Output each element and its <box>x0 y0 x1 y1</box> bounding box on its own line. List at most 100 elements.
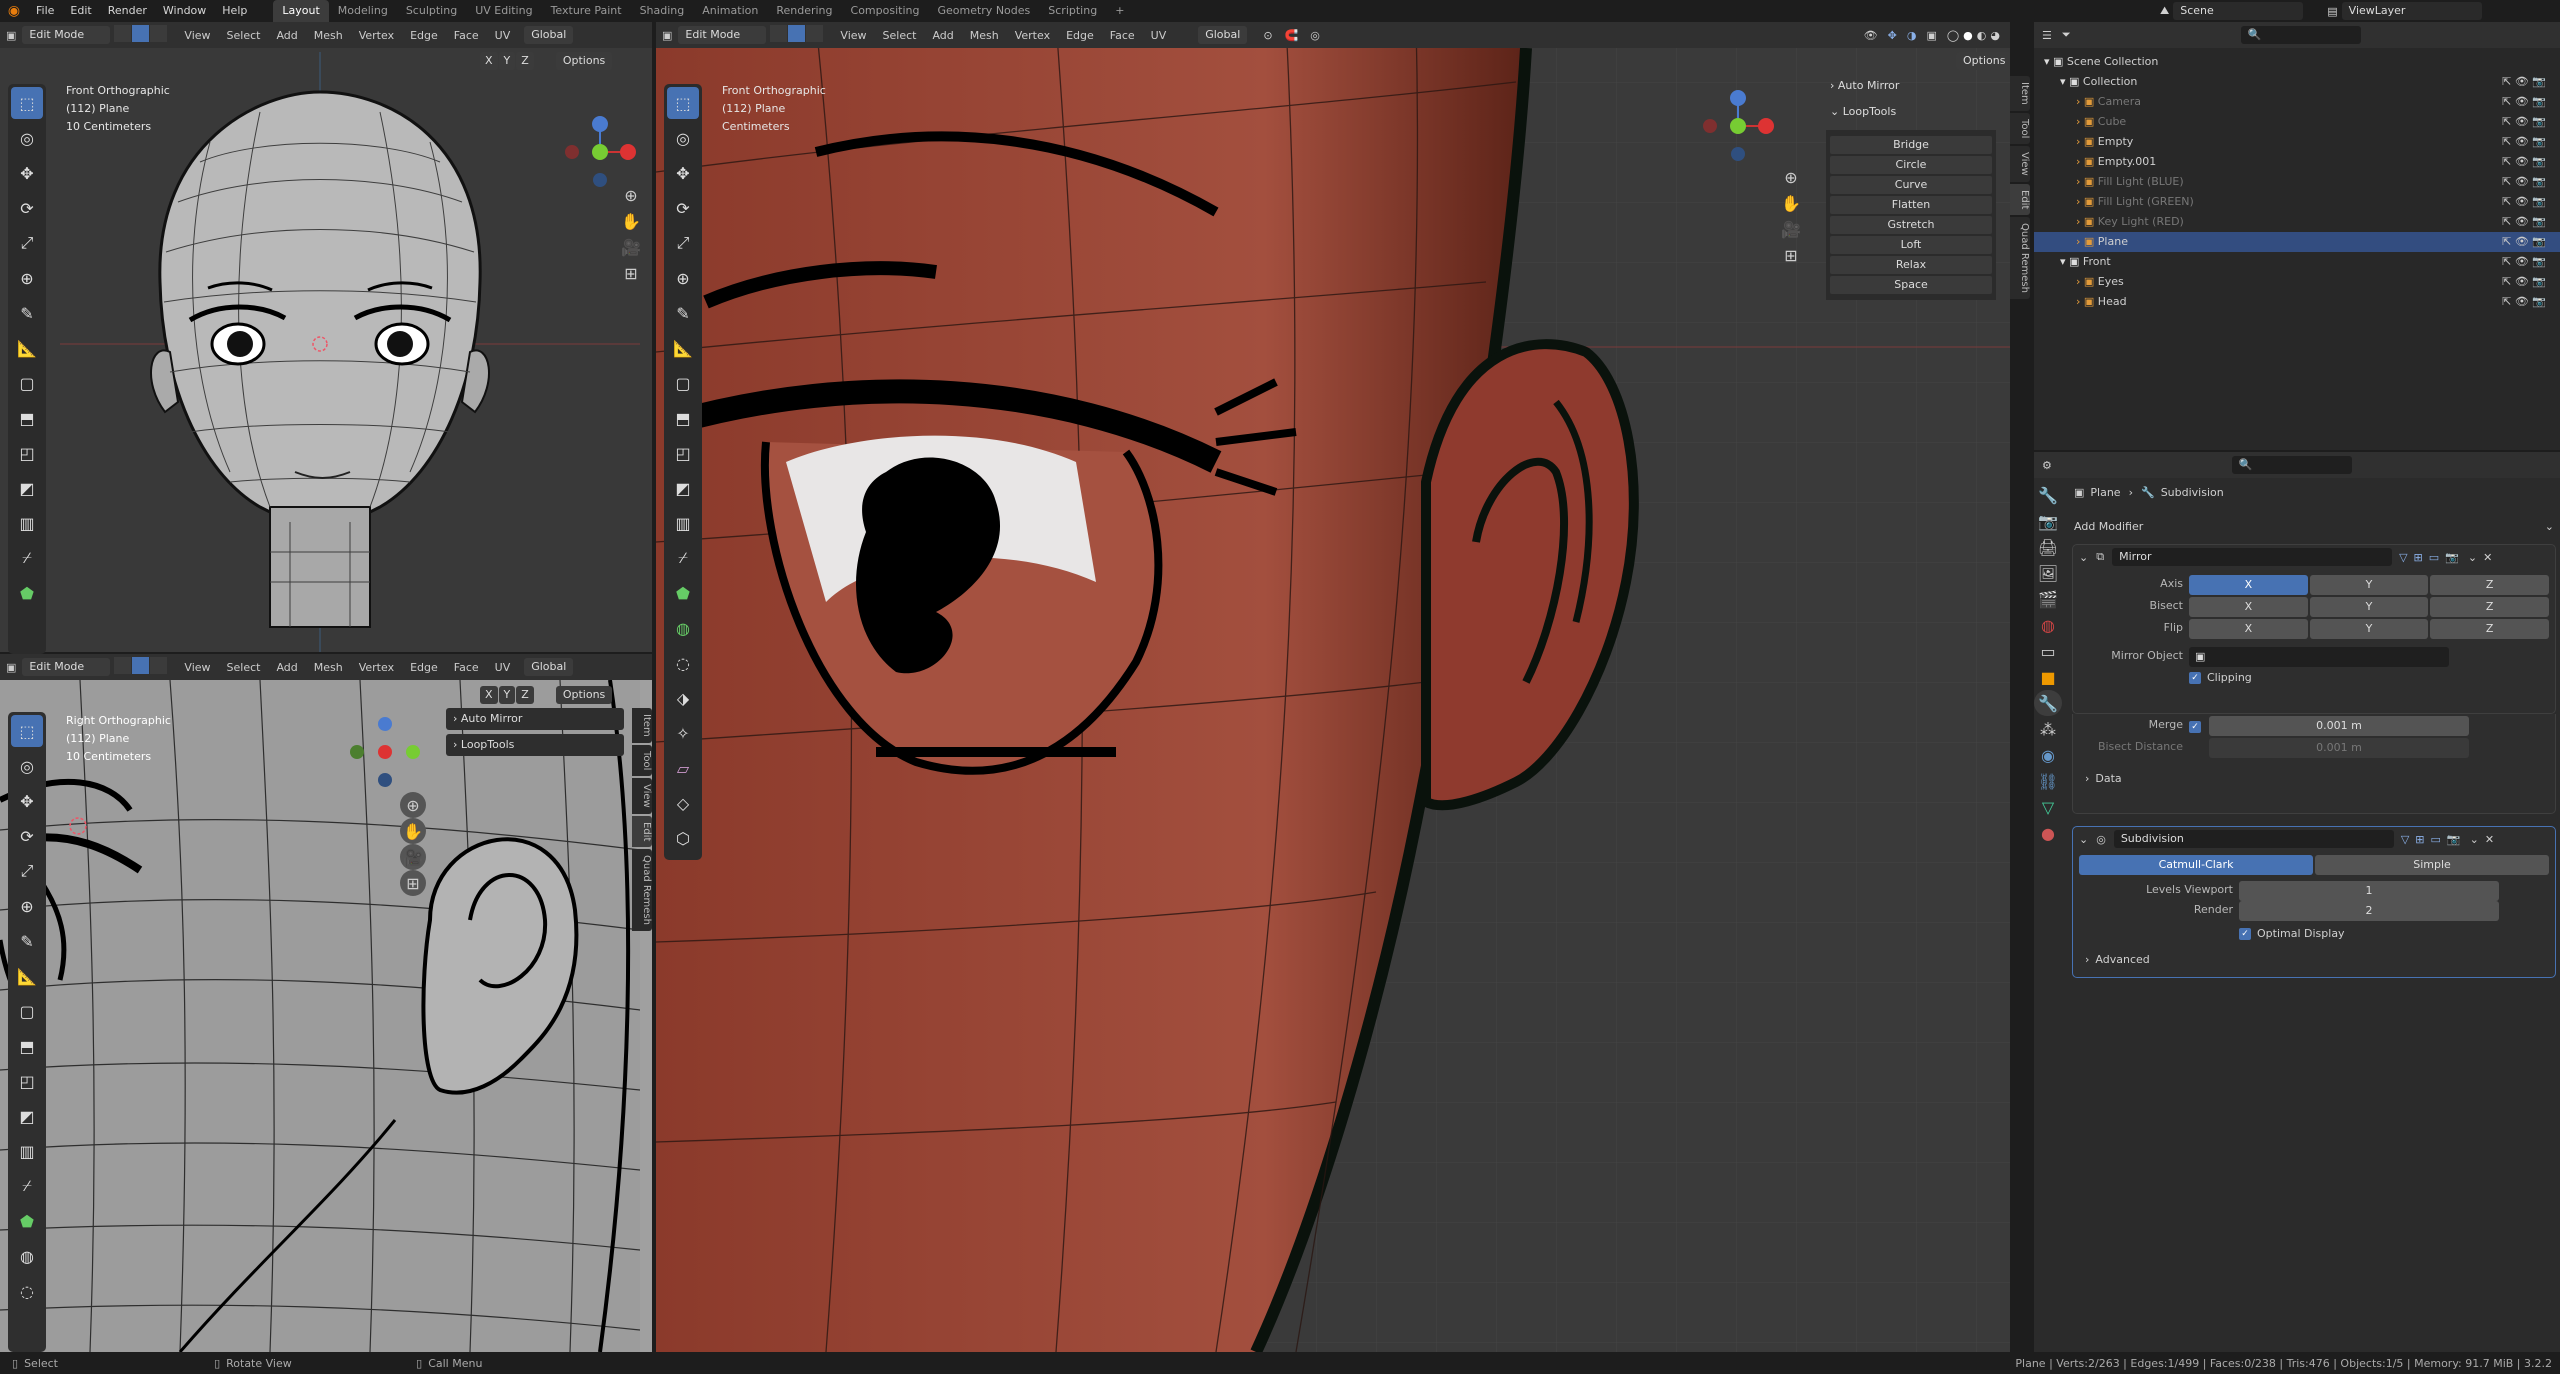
scale-tool[interactable]: ⤢ <box>11 855 43 887</box>
menu-add[interactable]: Add <box>924 29 961 42</box>
visibility-eye-icon[interactable]: ⇱ 👁 📷 <box>2502 252 2546 272</box>
tab-compositing[interactable]: Compositing <box>842 0 929 22</box>
auto-mirror-panel[interactable]: › Auto Mirror <box>446 708 624 730</box>
navigation-gizmo[interactable] <box>560 112 640 192</box>
bisect-y-toggle[interactable]: Y <box>2309 597 2429 617</box>
visibility-eye-icon[interactable]: ⇱ 👁 📷 <box>2502 212 2546 232</box>
poly-build-tool[interactable]: ⬟ <box>667 577 699 609</box>
scene-tab-icon[interactable]: 🎬 <box>2034 586 2062 612</box>
axis-x-toggle[interactable]: X <box>2189 575 2308 595</box>
outliner-row[interactable]: › ▣ Eyes ⇱ 👁 📷 <box>2034 272 2560 292</box>
transform-tool[interactable]: ⊕ <box>11 890 43 922</box>
looptools-curve-button[interactable]: Curve <box>1830 176 1992 194</box>
flip-z-toggle[interactable]: Z <box>2430 619 2550 639</box>
axis-y-toggle[interactable]: Y <box>2309 575 2429 595</box>
menu-view[interactable]: View <box>176 29 218 42</box>
outliner-row[interactable]: › ▣ Camera ⇱ 👁 📷 <box>2034 92 2560 112</box>
menu-file[interactable]: File <box>28 0 62 22</box>
xray-toggle-icon[interactable]: ▣ <box>1926 29 1936 42</box>
loop-cut-tool[interactable]: ▥ <box>667 507 699 539</box>
tab-edit[interactable]: Edit <box>2010 183 2030 216</box>
orientation-selector[interactable]: Global <box>1198 26 1248 44</box>
add-modifier-button[interactable]: Add Modifier <box>2074 520 2143 533</box>
menu-add[interactable]: Add <box>268 29 305 42</box>
select-box-tool[interactable]: ⬚ <box>11 715 43 747</box>
add-workspace-button[interactable]: + <box>1106 0 1133 22</box>
chevron-down-icon[interactable]: ⌄ <box>2079 833 2088 846</box>
navigation-gizmo[interactable] <box>345 712 425 792</box>
pan-hand-icon[interactable]: ✋ <box>1778 190 1804 216</box>
looptools-panel[interactable]: ⌄ LoopTools <box>1826 102 1992 122</box>
transform-tool[interactable]: ⊕ <box>11 262 43 294</box>
editor-type-icon[interactable]: ▣ <box>662 29 672 42</box>
menu-face[interactable]: Face <box>446 29 487 42</box>
editor-type-icon[interactable]: ▣ <box>6 661 16 674</box>
flip-y-toggle[interactable]: Y <box>2309 619 2429 639</box>
menu-edit[interactable]: Edit <box>62 0 99 22</box>
looptools-flatten-button[interactable]: Flatten <box>1830 196 1992 214</box>
particles-tab-icon[interactable]: ⁂ <box>2034 716 2062 742</box>
menu-select[interactable]: Select <box>875 29 925 42</box>
axis-z-toggle[interactable]: Z <box>2430 575 2550 595</box>
menu-mesh[interactable]: Mesh <box>306 661 351 674</box>
subdivision-name-field[interactable]: Subdivision <box>2113 830 2394 848</box>
auto-mirror-panel[interactable]: › Auto Mirror <box>1826 76 1992 96</box>
tab-modeling[interactable]: Modeling <box>329 0 397 22</box>
outliner-row[interactable]: › ▣ Fill Light (GREEN) ⇱ 👁 📷 <box>2034 192 2560 212</box>
knife-tool[interactable]: ⌿ <box>667 542 699 574</box>
render-toggle-icon[interactable]: 📷 <box>2445 551 2459 564</box>
tab-sculpting[interactable]: Sculpting <box>397 0 466 22</box>
editor-type-icon[interactable]: ▣ <box>6 29 16 42</box>
shading-wireframe-icon[interactable]: ◯ <box>1947 29 1959 42</box>
camera-icon[interactable]: 🎥 <box>400 844 426 870</box>
looptools-gstretch-button[interactable]: Gstretch <box>1830 216 1992 234</box>
material-tab-icon[interactable]: ● <box>2034 820 2062 846</box>
looptools-relax-button[interactable]: Relax <box>1830 256 1992 274</box>
scale-tool[interactable]: ⤢ <box>11 227 43 259</box>
menu-vertex[interactable]: Vertex <box>1007 29 1058 42</box>
filter-icon[interactable]: ⏷ <box>2062 28 2071 42</box>
visibility-eye-icon[interactable]: ⇱ 👁 📷 <box>2502 192 2546 212</box>
to-sphere-tool[interactable]: ⬡ <box>667 822 699 854</box>
shear-tool[interactable]: ▱ <box>667 752 699 784</box>
menu-uv[interactable]: UV <box>487 29 519 42</box>
orientation-selector[interactable]: Global <box>524 658 574 676</box>
knife-tool[interactable]: ⌿ <box>11 542 43 574</box>
edge-slide-tool[interactable]: ⬗ <box>667 682 699 714</box>
knife-tool[interactable]: ⌿ <box>11 1170 43 1202</box>
outliner-row[interactable]: › ▣ Cube ⇱ 👁 📷 <box>2034 112 2560 132</box>
viewport-front-small[interactable]: ▣ Edit Mode View Select Add Mesh Vertex … <box>0 22 652 654</box>
viewport-toggle-icon[interactable]: ▭ <box>2431 833 2441 846</box>
move-tool[interactable]: ✥ <box>11 157 43 189</box>
viewport-right-small[interactable]: ▣ Edit Mode View Select Add Mesh Vertex … <box>0 654 652 1352</box>
measure-tool[interactable]: 📐 <box>11 960 43 992</box>
dropdown-icon[interactable]: ⌄ <box>2468 551 2477 564</box>
menu-vertex[interactable]: Vertex <box>351 661 402 674</box>
add-cube-tool[interactable]: ▢ <box>11 367 43 399</box>
optimal-display-checkbox[interactable]: ✓ Optimal Display <box>2239 927 2345 940</box>
measure-tool[interactable]: 📐 <box>11 332 43 364</box>
visibility-eye-icon[interactable]: ⇱ 👁 📷 <box>2502 132 2546 152</box>
bisect-x-toggle[interactable]: X <box>2189 597 2308 617</box>
shading-solid-icon[interactable]: ● <box>1963 29 1973 42</box>
render-toggle-icon[interactable]: 📷 <box>2447 833 2461 846</box>
visibility-eye-icon[interactable]: ⇱ 👁 📷 <box>2502 292 2546 312</box>
camera-icon[interactable]: 🎥 <box>1778 216 1804 242</box>
cage-toggle-icon[interactable]: ⊞ <box>2415 833 2424 846</box>
menu-edge[interactable]: Edge <box>1058 29 1102 42</box>
tab-item[interactable]: Item <box>2010 76 2030 111</box>
pan-hand-icon[interactable]: ✋ <box>618 208 644 234</box>
visibility-eye-icon[interactable]: ⇱ 👁 📷 <box>2502 172 2546 192</box>
bisect-z-toggle[interactable]: Z <box>2430 597 2550 617</box>
mirror-object-field[interactable]: ▣ <box>2189 647 2449 667</box>
tab-tool[interactable]: Tool <box>632 744 652 777</box>
ortho-grid-icon[interactable]: ⊞ <box>400 870 426 896</box>
outliner-row[interactable]: › ▣ Plane ⇱ 👁 📷 <box>2034 232 2560 252</box>
tab-geometry-nodes[interactable]: Geometry Nodes <box>928 0 1039 22</box>
proportional-edit-icon[interactable]: ◎ <box>1310 29 1320 42</box>
shading-rendered-icon[interactable]: ◕ <box>1990 29 2000 42</box>
extrude-tool[interactable]: ⬒ <box>667 402 699 434</box>
object-tab-icon[interactable]: ■ <box>2034 664 2062 690</box>
navigation-gizmo[interactable] <box>1698 86 1778 166</box>
menu-mesh[interactable]: Mesh <box>306 29 351 42</box>
